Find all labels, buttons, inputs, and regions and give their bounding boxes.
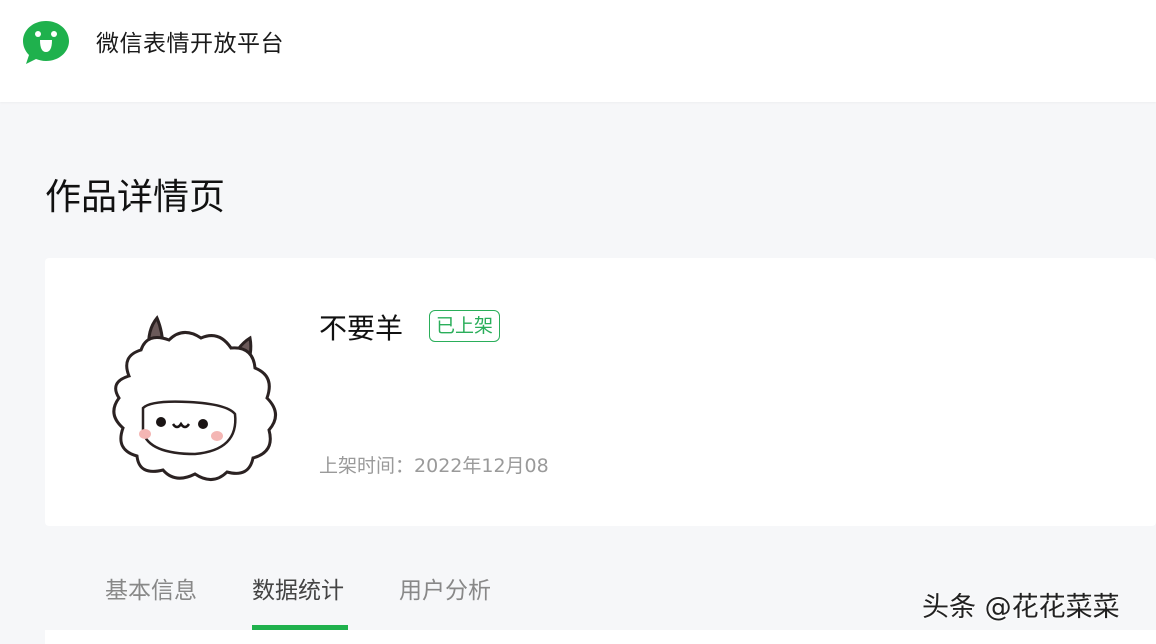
publish-time-value: 2022年12月08 <box>414 455 549 477</box>
tab-content-panel <box>45 630 1156 644</box>
tab-basic-info[interactable]: 基本信息 <box>105 574 197 608</box>
status-badge: 已上架 <box>429 310 501 342</box>
publish-time-label: 上架时间： <box>319 455 415 477</box>
tab-user-analysis[interactable]: 用户分析 <box>399 574 491 608</box>
tab-data-statistics[interactable]: 数据统计 <box>252 574 344 608</box>
page-title: 作品详情页 <box>45 177 226 218</box>
publish-time: 上架时间：2022年12月08 <box>319 452 549 480</box>
sheep-sticker-icon <box>112 315 277 481</box>
work-name: 不要羊 <box>319 312 404 345</box>
wechat-sticker-logo-icon[interactable] <box>20 19 72 65</box>
top-navigation-bar: 微信表情开放平台 <box>0 0 1156 102</box>
brand-name: 微信表情开放平台 <box>96 31 284 57</box>
watermark-text: 头条 @花花菜菜 <box>922 592 1120 623</box>
work-info-card: 不要羊 已上架 上架时间：2022年12月08 <box>45 258 1156 526</box>
